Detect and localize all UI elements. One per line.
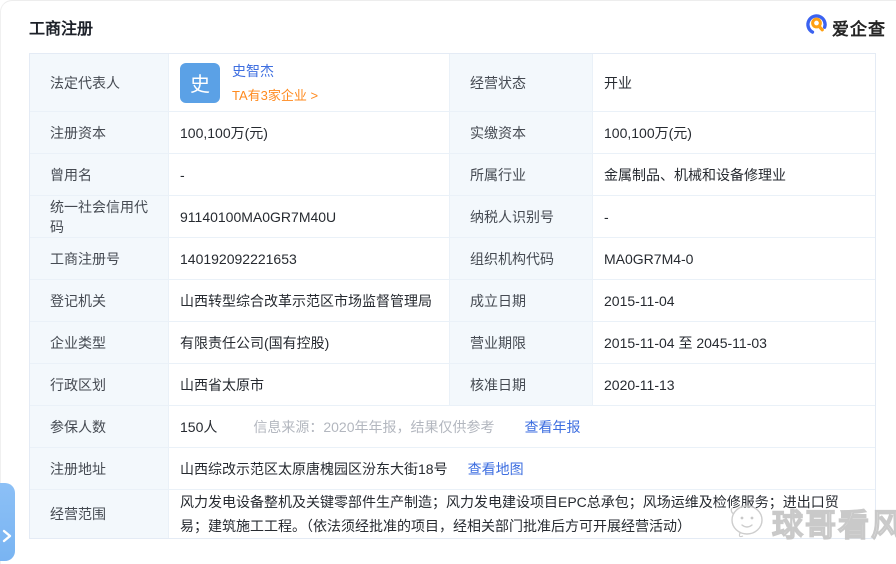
value-legal-representative: 史 史智杰 TA有3家企业 > bbox=[169, 54, 450, 112]
value-business-term: 2015-11-04 至 2045-11-03 bbox=[593, 322, 875, 364]
label-paid-in-capital: 实缴资本 bbox=[450, 112, 593, 154]
registered-address-text: 山西综改示范区太原唐槐园区汾东大街18号 bbox=[180, 459, 448, 479]
page-title: 工商注册 bbox=[29, 15, 93, 39]
insured-staff-source-note: 信息来源：2020年年报，结果仅供参考 bbox=[253, 417, 494, 437]
label-legal-representative: 法定代表人 bbox=[30, 54, 169, 112]
person-name-link[interactable]: 史智杰 bbox=[232, 61, 318, 81]
insured-staff-number: 150人 bbox=[180, 417, 217, 437]
aiqicha-logo-icon bbox=[805, 13, 828, 41]
value-business-scope: 风力发电设备整机及关键零部件生产制造；风力发电建设项目EPC总承包；风场运维及检… bbox=[169, 490, 875, 538]
label-approval-date: 核准日期 bbox=[450, 364, 593, 406]
value-enterprise-type: 有限责任公司(国有控股) bbox=[169, 322, 450, 364]
view-map-link[interactable]: 查看地图 bbox=[468, 459, 524, 479]
label-insured-staff-count: 参保人数 bbox=[30, 406, 169, 448]
value-administrative-division: 山西省太原市 bbox=[169, 364, 450, 406]
value-paid-in-capital: 100,100万(元) bbox=[593, 112, 875, 154]
label-business-scope: 经营范围 bbox=[30, 490, 169, 538]
chevron-right-icon bbox=[1, 529, 13, 543]
value-approval-date: 2020-11-13 bbox=[593, 364, 875, 406]
value-registration-authority: 山西转型综合改革示范区市场监督管理局 bbox=[169, 280, 450, 322]
person-avatar[interactable]: 史 bbox=[180, 63, 220, 103]
label-administrative-division: 行政区划 bbox=[30, 364, 169, 406]
label-registration-authority: 登记机关 bbox=[30, 280, 169, 322]
label-organization-code: 组织机构代码 bbox=[450, 238, 593, 280]
value-organization-code: MA0GR7M4-0 bbox=[593, 238, 875, 280]
side-panel-expand-tab[interactable] bbox=[0, 483, 15, 561]
card-header: 工商注册 爱企查 bbox=[1, 1, 896, 53]
person-companies-link[interactable]: TA有3家企业 > bbox=[232, 85, 318, 104]
aiqicha-logo-text: 爱企查 bbox=[832, 15, 886, 40]
label-registered-address: 注册地址 bbox=[30, 448, 169, 490]
label-unified-social-credit-code: 统一社会信用代码 bbox=[30, 196, 169, 238]
value-unified-social-credit-code: 91140100MA0GR7M40U bbox=[169, 196, 450, 238]
label-establishment-date: 成立日期 bbox=[450, 280, 593, 322]
label-registration-number: 工商注册号 bbox=[30, 238, 169, 280]
value-industry: 金属制品、机械和设备修理业 bbox=[593, 154, 875, 196]
registration-info-table: 法定代表人 史 史智杰 TA有3家企业 > 经营状态 开业 注册资本 100,1… bbox=[29, 53, 876, 539]
label-registered-capital: 注册资本 bbox=[30, 112, 169, 154]
value-former-name: - bbox=[169, 154, 450, 196]
label-industry: 所属行业 bbox=[450, 154, 593, 196]
view-annual-report-link[interactable]: 查看年报 bbox=[525, 417, 581, 437]
value-establishment-date: 2015-11-04 bbox=[593, 280, 875, 322]
legal-representative-person: 史 史智杰 TA有3家企业 > bbox=[180, 61, 318, 104]
value-operating-status: 开业 bbox=[593, 54, 875, 112]
label-taxpayer-id: 纳税人识别号 bbox=[450, 196, 593, 238]
value-registration-number: 140192092221653 bbox=[169, 238, 450, 280]
aiqicha-logo[interactable]: 爱企查 bbox=[805, 13, 886, 41]
label-enterprise-type: 企业类型 bbox=[30, 322, 169, 364]
label-operating-status: 经营状态 bbox=[450, 54, 593, 112]
label-business-term: 营业期限 bbox=[450, 322, 593, 364]
value-registered-capital: 100,100万(元) bbox=[169, 112, 450, 154]
label-former-name: 曾用名 bbox=[30, 154, 169, 196]
business-registration-card: 工商注册 爱企查 法定代表人 史 史智杰 TA有3家企业 > bbox=[0, 0, 896, 564]
value-insured-staff-count: 150人 信息来源：2020年年报，结果仅供参考 查看年报 bbox=[169, 406, 875, 448]
value-registered-address: 山西综改示范区太原唐槐园区汾东大街18号 查看地图 bbox=[169, 448, 875, 490]
value-taxpayer-id: - bbox=[593, 196, 875, 238]
